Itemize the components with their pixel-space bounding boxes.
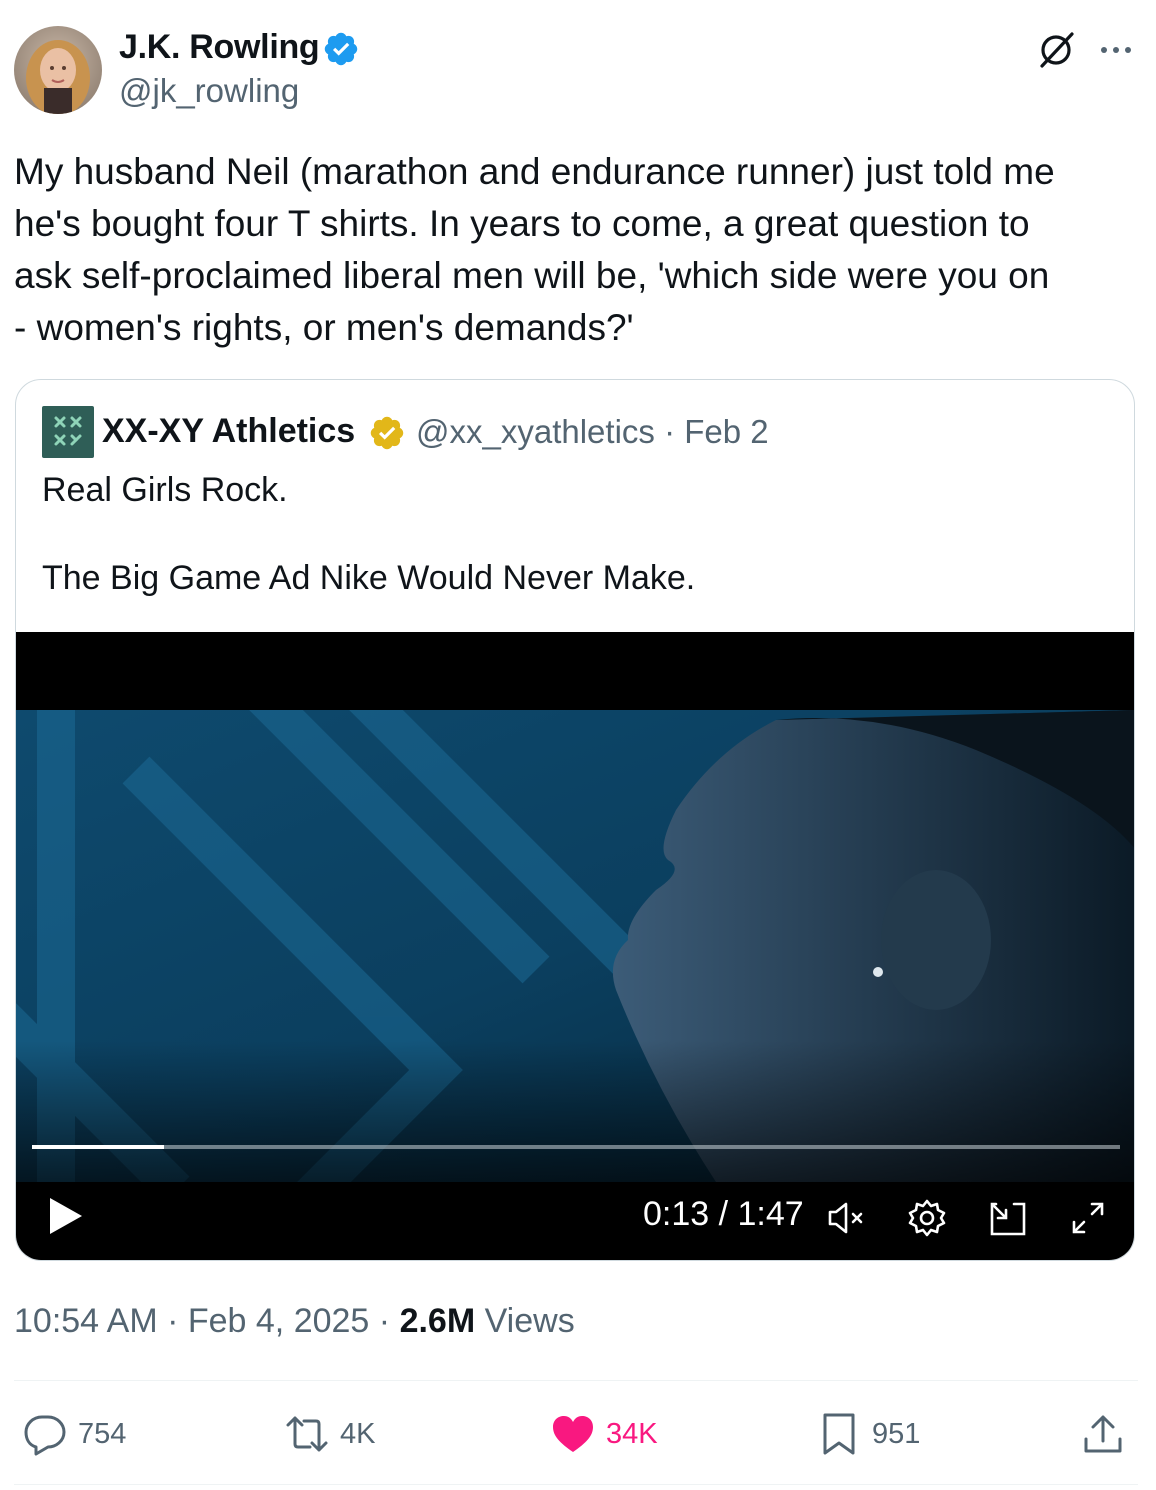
mute-icon[interactable] xyxy=(824,1196,868,1240)
divider xyxy=(14,1380,1138,1381)
author-avatar[interactable] xyxy=(14,26,102,114)
repost-icon xyxy=(286,1416,328,1452)
tweet-timestamp[interactable]: 10:54 AM · Feb 4, 2025 · 2.6M Views xyxy=(14,1302,575,1341)
video-player[interactable]: 0:13 / 1:47 xyxy=(16,632,1134,1260)
pip-icon[interactable] xyxy=(986,1196,1030,1240)
like-count: 34K xyxy=(606,1417,658,1450)
video-progress-fill[interactable] xyxy=(32,1145,164,1149)
video-time: 0:13 / 1:47 xyxy=(643,1195,804,1233)
tweet-line: he's bought four T shirts. In years to c… xyxy=(14,203,1030,244)
quote-line: Real Girls Rock. xyxy=(42,471,288,509)
reply-button[interactable]: 754 xyxy=(22,1408,126,1460)
share-icon xyxy=(1084,1415,1122,1453)
share-button[interactable] xyxy=(1080,1408,1126,1460)
like-button[interactable]: 34K xyxy=(550,1408,658,1460)
repost-button[interactable]: 4K xyxy=(284,1408,375,1460)
views-count: 2.6M xyxy=(399,1302,476,1340)
bookmark-count: 951 xyxy=(872,1417,921,1450)
video-frame[interactable] xyxy=(16,710,1134,1182)
verified-icon xyxy=(322,30,360,68)
more-icon[interactable] xyxy=(1096,30,1136,70)
gold-verified-icon xyxy=(368,414,406,452)
quote-avatar[interactable] xyxy=(42,406,94,458)
tweet-line: ask self-proclaimed liberal men will be,… xyxy=(14,255,1050,296)
reply-icon xyxy=(24,1415,66,1456)
quoted-tweet[interactable]: XX-XY Athletics @xx_xyathletics · Feb 2 … xyxy=(15,379,1135,1261)
quote-author-name[interactable]: XX-XY Athletics xyxy=(102,412,355,451)
tweet-line: - women's rights, or men's demands?' xyxy=(14,307,634,348)
repost-count: 4K xyxy=(340,1417,376,1450)
quote-text: Real Girls Rock. The Big Game Ad Nike Wo… xyxy=(42,468,1102,600)
bookmark-button[interactable]: 951 xyxy=(816,1408,920,1460)
divider xyxy=(14,1484,1138,1485)
author-name[interactable]: J.K. Rowling xyxy=(119,28,320,67)
views-label: Views xyxy=(484,1302,575,1340)
reply-count: 754 xyxy=(78,1417,127,1450)
settings-icon[interactable] xyxy=(905,1196,949,1240)
fullscreen-icon[interactable] xyxy=(1066,1196,1110,1240)
play-icon[interactable] xyxy=(46,1196,86,1236)
quote-line: The Big Game Ad Nike Would Never Make. xyxy=(42,559,696,597)
timestamp-text[interactable]: 10:54 AM · Feb 4, 2025 · xyxy=(14,1302,400,1340)
bookmark-icon xyxy=(823,1413,855,1455)
tweet-text: My husband Neil (marathon and endurance … xyxy=(14,146,1142,354)
like-icon xyxy=(553,1416,593,1452)
author-handle[interactable]: @jk_rowling xyxy=(119,72,299,110)
quote-handle-date[interactable]: @xx_xyathletics · Feb 2 xyxy=(416,413,769,451)
video-progress-track[interactable] xyxy=(32,1145,1120,1149)
tweet-line: My husband Neil (marathon and endurance … xyxy=(14,151,1055,192)
grok-icon[interactable] xyxy=(1034,28,1078,72)
